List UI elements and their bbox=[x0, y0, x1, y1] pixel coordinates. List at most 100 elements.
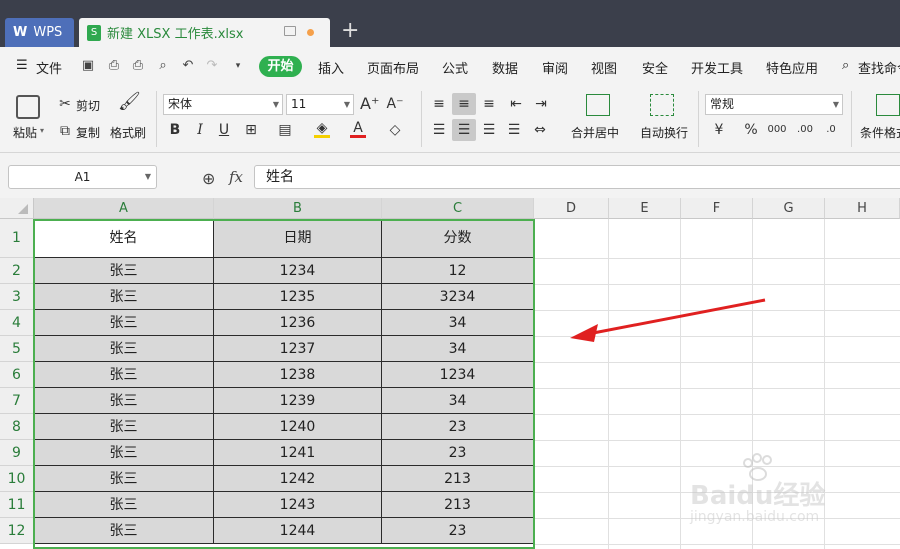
row-header-9[interactable]: 9 bbox=[0, 440, 34, 466]
column-header-g[interactable]: G bbox=[753, 198, 825, 219]
conditional-format-icon[interactable] bbox=[876, 94, 900, 116]
cell-b1[interactable]: 日期 bbox=[214, 219, 382, 258]
merge-center-icon[interactable] bbox=[586, 94, 610, 116]
increase-font-icon[interactable]: A⁺ bbox=[360, 95, 379, 113]
wrap-text-button[interactable]: 自动换行 bbox=[640, 124, 688, 141]
cell-a2[interactable]: 张三 bbox=[34, 258, 214, 284]
cell-a5[interactable]: 张三 bbox=[34, 336, 214, 362]
font-color-icon[interactable]: A bbox=[350, 121, 366, 138]
menu-review[interactable]: 审阅 bbox=[542, 58, 568, 77]
hamburger-icon[interactable]: ☰ bbox=[16, 58, 28, 73]
cell-b9[interactable]: 1241 bbox=[214, 440, 382, 466]
cell-b3[interactable]: 1235 bbox=[214, 284, 382, 310]
copy-button[interactable]: 复制 bbox=[76, 124, 100, 141]
clear-format-icon[interactable]: ◇ bbox=[387, 121, 403, 139]
format-painter-icon[interactable]: 🖌 bbox=[118, 93, 141, 111]
print-preview-icon[interactable]: ⎙ bbox=[106, 58, 122, 74]
row-header-2[interactable]: 2 bbox=[0, 258, 34, 284]
menu-start[interactable]: 开始 bbox=[259, 56, 302, 77]
cell-c11[interactable]: 213 bbox=[382, 492, 534, 518]
cell-b2[interactable]: 1234 bbox=[214, 258, 382, 284]
cell-a12[interactable]: 张三 bbox=[34, 518, 214, 544]
cell-c2[interactable]: 12 bbox=[382, 258, 534, 284]
conditional-format-button[interactable]: 条件格式 bbox=[860, 124, 900, 141]
align-center-icon[interactable]: ☰ bbox=[456, 121, 472, 139]
thousands-icon[interactable]: 000 bbox=[766, 121, 788, 139]
print-icon[interactable]: ⎙ bbox=[130, 58, 146, 74]
column-header-e[interactable]: E bbox=[609, 198, 681, 219]
column-header-f[interactable]: F bbox=[681, 198, 753, 219]
row-header-5[interactable]: 5 bbox=[0, 336, 34, 362]
fill-color-icon[interactable]: ◈ bbox=[314, 121, 330, 138]
cell-a6[interactable]: 张三 bbox=[34, 362, 214, 388]
distributed-icon[interactable]: ⇔ bbox=[531, 121, 549, 139]
cell-b7[interactable]: 1239 bbox=[214, 388, 382, 414]
align-top-icon[interactable]: ≡ bbox=[431, 95, 447, 113]
cell-c5[interactable]: 34 bbox=[382, 336, 534, 362]
row-header-8[interactable]: 8 bbox=[0, 414, 34, 440]
increase-decimal-icon[interactable]: .00 bbox=[794, 121, 816, 139]
cell-a4[interactable]: 张三 bbox=[34, 310, 214, 336]
cell-a9[interactable]: 张三 bbox=[34, 440, 214, 466]
row-header-4[interactable]: 4 bbox=[0, 310, 34, 336]
menu-developer[interactable]: 开发工具 bbox=[691, 58, 743, 77]
column-header-h[interactable]: H bbox=[825, 198, 900, 219]
column-header-d[interactable]: D bbox=[534, 198, 609, 219]
cell-c3[interactable]: 3234 bbox=[382, 284, 534, 310]
merge-center-button[interactable]: 合并居中 bbox=[571, 124, 619, 141]
row-header-3[interactable]: 3 bbox=[0, 284, 34, 310]
scissors-icon[interactable]: ✂ bbox=[57, 95, 73, 113]
save-icon[interactable]: ▣ bbox=[80, 58, 96, 74]
align-left-icon[interactable]: ☰ bbox=[431, 121, 447, 139]
align-right-icon[interactable]: ☰ bbox=[481, 121, 497, 139]
cell-c9[interactable]: 23 bbox=[382, 440, 534, 466]
cell-c12[interactable]: 23 bbox=[382, 518, 534, 544]
bold-icon[interactable]: B bbox=[167, 121, 183, 139]
search-icon[interactable]: ⌕ bbox=[842, 58, 849, 73]
menu-special[interactable]: 特色应用 bbox=[766, 58, 818, 77]
cell-c10[interactable]: 213 bbox=[382, 466, 534, 492]
underline-icon[interactable]: U bbox=[216, 121, 232, 139]
wrap-text-icon[interactable] bbox=[650, 94, 674, 116]
cut-button[interactable]: 剪切 bbox=[76, 97, 100, 114]
cell-b8[interactable]: 1240 bbox=[214, 414, 382, 440]
cell-a7[interactable]: 张三 bbox=[34, 388, 214, 414]
row-header-1[interactable]: 1 bbox=[0, 219, 34, 258]
increase-indent-icon[interactable]: ⇥ bbox=[533, 95, 549, 113]
percent-icon[interactable]: % bbox=[742, 121, 760, 139]
row-header-10[interactable]: 10 bbox=[0, 466, 34, 492]
menu-view[interactable]: 视图 bbox=[591, 58, 617, 77]
decrease-decimal-icon[interactable]: .0 bbox=[820, 121, 842, 139]
row-header-11[interactable]: 11 bbox=[0, 492, 34, 518]
cell-c7[interactable]: 34 bbox=[382, 388, 534, 414]
select-all-corner[interactable] bbox=[0, 198, 34, 219]
document-tab[interactable]: S 新建 XLSX 工作表.xlsx bbox=[79, 18, 330, 47]
cell-c4[interactable]: 34 bbox=[382, 310, 534, 336]
font-family-select[interactable]: 宋体 ▼ bbox=[163, 94, 283, 115]
cell-c6[interactable]: 1234 bbox=[382, 362, 534, 388]
customize-dropdown-icon[interactable]: ▾ bbox=[230, 58, 246, 74]
align-bottom-icon[interactable]: ≡ bbox=[481, 95, 497, 113]
new-tab-button[interactable]: + bbox=[341, 19, 359, 43]
cell-b10[interactable]: 1242 bbox=[214, 466, 382, 492]
cell-a10[interactable]: 张三 bbox=[34, 466, 214, 492]
cell-a8[interactable]: 张三 bbox=[34, 414, 214, 440]
row-header-12[interactable]: 12 bbox=[0, 518, 34, 544]
cell-b6[interactable]: 1238 bbox=[214, 362, 382, 388]
row-header-7[interactable]: 7 bbox=[0, 388, 34, 414]
undo-icon[interactable]: ↶ bbox=[180, 58, 196, 74]
redo-icon[interactable]: ↷ bbox=[204, 58, 220, 74]
cell-c1[interactable]: 分数 bbox=[382, 219, 534, 258]
menu-page-layout[interactable]: 页面布局 bbox=[367, 58, 419, 77]
border-icon[interactable]: ⊞ bbox=[243, 121, 259, 139]
preview-icon[interactable]: ⌕ bbox=[155, 58, 171, 74]
wps-home-tab[interactable]: W WPS bbox=[5, 18, 74, 47]
column-header-a[interactable]: A bbox=[34, 198, 214, 219]
cell-a3[interactable]: 张三 bbox=[34, 284, 214, 310]
cell-b12[interactable]: 1244 bbox=[214, 518, 382, 544]
decrease-font-icon[interactable]: A⁻ bbox=[386, 95, 404, 113]
row-header-6[interactable]: 6 bbox=[0, 362, 34, 388]
menu-security[interactable]: 安全 bbox=[642, 58, 668, 77]
search-command[interactable]: 查找命令 bbox=[858, 58, 900, 77]
justify-icon[interactable]: ☰ bbox=[506, 121, 522, 139]
